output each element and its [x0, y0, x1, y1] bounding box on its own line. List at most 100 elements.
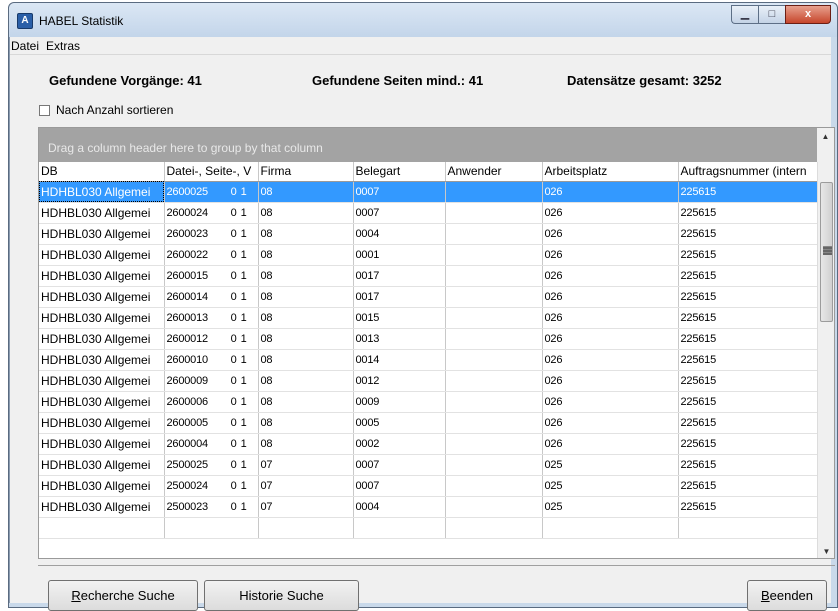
cell-anwender — [445, 286, 543, 308]
cell-belegart: 0005 — [353, 412, 446, 434]
cell-belegart: 0007 — [353, 202, 446, 224]
close-button[interactable]: x — [785, 5, 831, 24]
cell-seite: 0 — [230, 353, 237, 366]
table-row[interactable]: HDHBL030 Allgemei 2600010 0 1 08 0014 026 22561… — [39, 349, 818, 371]
table-row[interactable]: HDHBL030 Allgemei 2600014 0 1 08 0017 026 22561… — [39, 286, 818, 308]
cell-firma: 08 — [258, 307, 354, 329]
cell-auftrag: 225615 — [678, 244, 818, 266]
cell-seite: 0 — [230, 206, 237, 219]
menu-bar: Datei Extras — [10, 37, 831, 55]
cell-db: HDHBL030 Allgemei — [39, 328, 165, 350]
table-row[interactable]: HDHBL030 Allgemei 2600004 0 1 08 0002 026 22561… — [39, 433, 818, 455]
cell-anwender — [445, 496, 543, 518]
table-row[interactable]: HDHBL030 Allgemei 2600006 0 1 08 0009 026 22561… — [39, 391, 818, 413]
scroll-thumb[interactable]: ▬ ▬ ▬ — [820, 182, 833, 322]
historie-suche-button[interactable]: Historie Suche — [204, 580, 359, 611]
cell-datei: 2600024 0 1 — [164, 202, 259, 224]
cell-arbeitsplatz: 025 — [542, 475, 679, 497]
table-row[interactable]: HDHBL030 Allgemei 2600012 0 1 08 0013 026 22561… — [39, 328, 818, 350]
menu-datei[interactable]: Datei — [10, 39, 45, 53]
cell-seite: 0 — [230, 437, 237, 450]
cell-arbeitsplatz: 026 — [542, 286, 679, 308]
stat-datensaetze: Datensätze gesamt: 3252 — [567, 73, 722, 88]
cell-datei: 2600012 0 1 — [164, 328, 259, 350]
cell-auftrag: 225615 — [678, 349, 818, 371]
cell-auftrag: 225615 — [678, 286, 818, 308]
cell-seite: 0 — [230, 185, 237, 198]
cell-auftrag: 225615 — [678, 475, 818, 497]
recherche-suche-button[interactable]: Recherche Suche — [48, 580, 198, 611]
column-header[interactable]: Arbeitsplatz — [542, 162, 679, 182]
cell-seite: 0 — [230, 458, 237, 471]
cell-datei-nr: 2600015 — [166, 269, 209, 282]
scroll-down-icon[interactable]: ▼ — [818, 543, 834, 558]
cell-datei-nr: 2600013 — [166, 311, 209, 324]
table-row[interactable]: HDHBL030 Allgemei 2500023 0 1 07 0004 025 22561… — [39, 496, 818, 518]
cell-firma: 08 — [258, 223, 354, 245]
cell-anwender — [445, 412, 543, 434]
scroll-up-icon[interactable]: ▲ — [817, 128, 834, 145]
cell-arbeitsplatz: 026 — [542, 349, 679, 371]
cell-belegart: 0004 — [353, 496, 446, 518]
cell-datei — [164, 517, 259, 539]
cell-auftrag: 225615 — [678, 391, 818, 413]
table-row[interactable]: HDHBL030 Allgemei 2600005 0 1 08 0005 026 22561… — [39, 412, 818, 434]
sort-checkbox[interactable] — [39, 104, 50, 116]
cell-db: HDHBL030 Allgemei — [39, 412, 165, 434]
cell-datei: 2500025 0 1 — [164, 454, 259, 476]
cell-datei: 2600005 0 1 — [164, 412, 259, 434]
cell-version: 1 — [240, 290, 247, 303]
table-row[interactable]: HDHBL030 Allgemei 2600025 0 1 08 0007 026 22561… — [39, 181, 818, 203]
cell-arbeitsplatz: 026 — [542, 307, 679, 329]
column-header[interactable]: Auftragsnummer (intern — [678, 162, 818, 182]
beenden-button[interactable]: Beenden — [747, 580, 827, 611]
column-header[interactable]: DB — [39, 162, 165, 182]
cell-seite: 0 — [230, 374, 237, 387]
table-row[interactable]: HDHBL030 Allgemei 2600015 0 1 08 0017 026 22561… — [39, 265, 818, 287]
cell-firma: 08 — [258, 265, 354, 287]
stat-vorgaenge: Gefundene Vorgänge: 41 — [49, 73, 202, 88]
cell-version: 1 — [240, 437, 247, 450]
cell-datei-nr: 2600023 — [166, 227, 209, 240]
menu-extras[interactable]: Extras — [45, 39, 86, 53]
cell-version: 1 — [240, 227, 247, 240]
table-row[interactable] — [39, 517, 818, 539]
cell-seite: 0 — [230, 479, 237, 492]
vertical-scrollbar[interactable]: ▬ ▬ ▬ ▼ — [817, 162, 834, 558]
table-row[interactable]: HDHBL030 Allgemei 2500025 0 1 07 0007 025 22561… — [39, 454, 818, 476]
table-row[interactable]: HDHBL030 Allgemei 2600013 0 1 08 0015 026 22561… — [39, 307, 818, 329]
cell-arbeitsplatz: 026 — [542, 223, 679, 245]
table-row[interactable]: HDHBL030 Allgemei 2500024 0 1 07 0007 025 22561… — [39, 475, 818, 497]
main-window: A HABEL Statistik ▁ □ x Datei Extras Gef… — [8, 2, 838, 611]
title-bar[interactable]: A HABEL Statistik ▁ □ x — [9, 3, 837, 37]
cell-anwender — [445, 328, 543, 350]
column-header[interactable]: Datei-, Seite-, V — [164, 162, 259, 182]
cell-auftrag: 225615 — [678, 496, 818, 518]
column-header[interactable]: Belegart — [353, 162, 446, 182]
group-by-panel[interactable]: Drag a column header here to group by th… — [39, 128, 818, 162]
cell-auftrag: 225615 — [678, 328, 818, 350]
cell-belegart: 0007 — [353, 454, 446, 476]
cell-anwender — [445, 181, 543, 203]
table-row[interactable]: HDHBL030 Allgemei 2600022 0 1 08 0001 026 22561… — [39, 244, 818, 266]
cell-arbeitsplatz: 026 — [542, 412, 679, 434]
cell-version: 1 — [240, 395, 247, 408]
table-row[interactable]: HDHBL030 Allgemei 2600009 0 1 08 0012 026 22561… — [39, 370, 818, 392]
cell-firma: 08 — [258, 433, 354, 455]
cell-datei: 2600022 0 1 — [164, 244, 259, 266]
table-row[interactable]: HDHBL030 Allgemei 2600024 0 1 08 0007 026 22561… — [39, 202, 818, 224]
separator-line — [38, 565, 835, 566]
cell-belegart: 0013 — [353, 328, 446, 350]
cell-arbeitsplatz: 026 — [542, 244, 679, 266]
grid-table-area: DB Datei-, Seite-, V Firma Belegart Anwender… — [39, 162, 818, 558]
table-row[interactable]: HDHBL030 Allgemei 2600023 0 1 08 0004 026 22561… — [39, 223, 818, 245]
column-header[interactable]: Anwender — [445, 162, 543, 182]
cell-db: HDHBL030 Allgemei — [39, 202, 165, 224]
minimize-button[interactable]: ▁ — [731, 5, 758, 24]
cell-firma — [258, 517, 354, 539]
sort-option[interactable]: Nach Anzahl sortieren — [39, 103, 173, 117]
column-header[interactable]: Firma — [258, 162, 354, 182]
maximize-button[interactable]: □ — [758, 5, 785, 24]
cell-db: HDHBL030 Allgemei — [39, 370, 165, 392]
cell-anwender — [445, 202, 543, 224]
